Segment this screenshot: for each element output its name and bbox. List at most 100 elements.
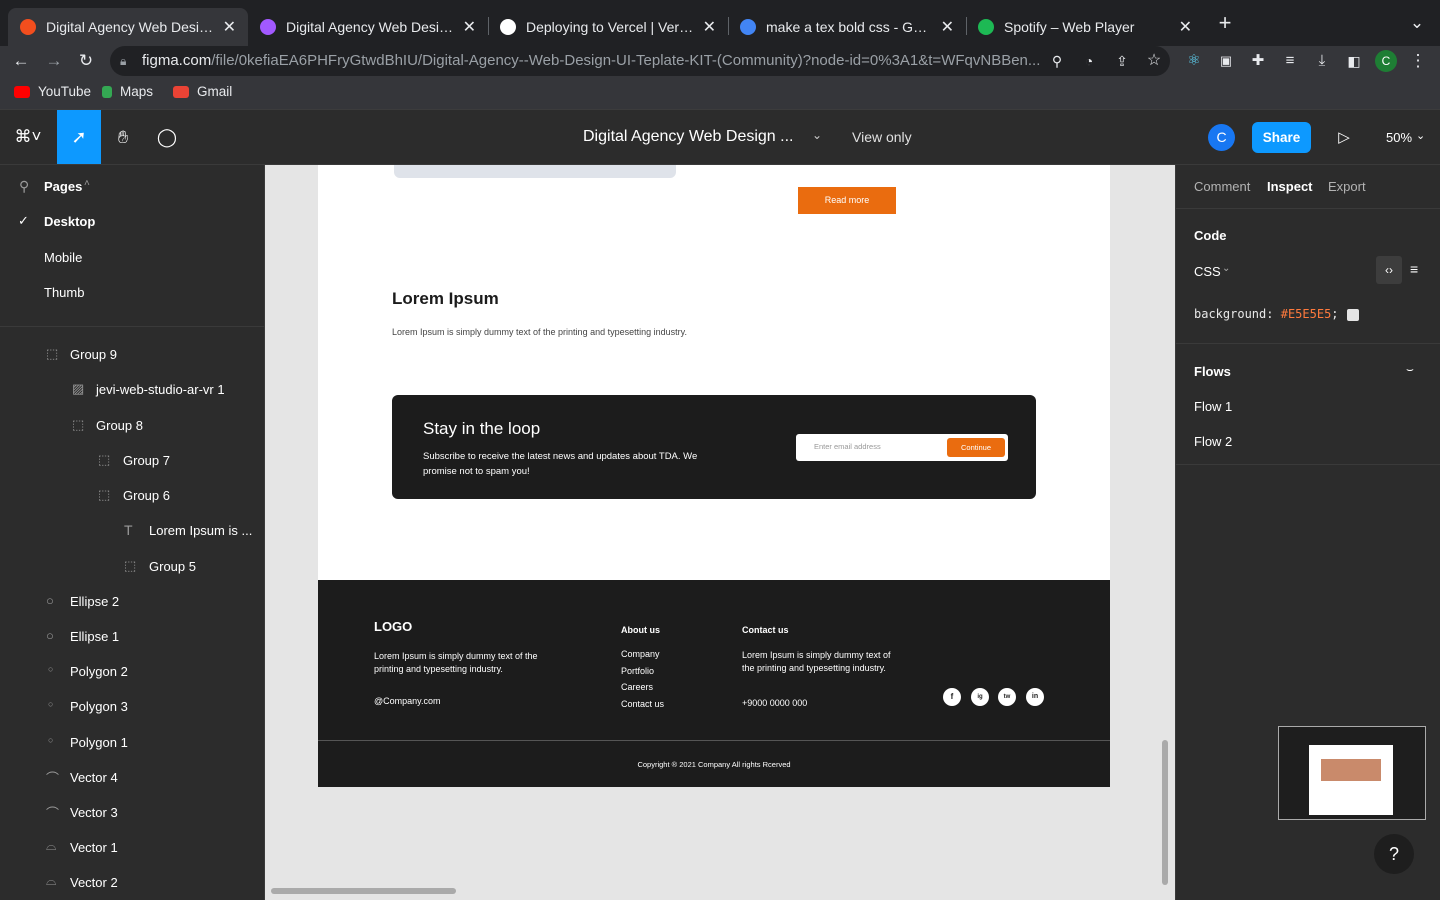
forward-icon[interactable]: → — [43, 46, 65, 76]
page-item-desktop[interactable]: Desktop — [44, 214, 95, 229]
flow-item[interactable]: Flow 2 — [1194, 434, 1232, 449]
share-button[interactable]: Share — [1252, 122, 1311, 153]
bookmark-star-icon[interactable]: ☆ — [1143, 46, 1165, 76]
layer-item[interactable]: Vector 3 — [70, 805, 118, 820]
zoom-chevron-icon[interactable]: ⌄ — [1416, 129, 1425, 142]
layer-item[interactable]: jevi-web-studio-ar-vr 1 — [96, 382, 225, 397]
share-page-icon[interactable]: ⇪ — [1111, 46, 1133, 76]
collapse-chevron-icon[interactable]: ˄ — [84, 178, 90, 189]
side-panel-icon[interactable]: ◧ — [1343, 46, 1365, 76]
bookmark-youtube[interactable]: YouTube — [14, 84, 91, 99]
layer-item[interactable]: Polygon 2 — [70, 664, 128, 679]
desktop-frame[interactable]: Read more Lorem Ipsum Lorem Ipsum is sim… — [318, 165, 1110, 787]
present-play-icon[interactable]: ▷ — [1326, 110, 1362, 164]
browser-tab[interactable]: make a tex bold css - Google S ✕ — [728, 8, 966, 46]
figma-menu-icon[interactable]: ⌘˅ — [8, 110, 48, 164]
layer-item[interactable]: Group 6 — [123, 488, 170, 503]
browser-tab[interactable]: Digital Agency Web Design UI T ✕ — [248, 8, 488, 46]
zoom-icon[interactable]: ⚲ — [1046, 46, 1068, 76]
footer-divider — [318, 740, 1110, 741]
layer-item[interactable]: Vector 4 — [70, 770, 118, 785]
design-canvas[interactable]: Read more Lorem Ipsum Lorem Ipsum is sim… — [265, 165, 1175, 900]
polygon-icon: ○ — [48, 735, 54, 745]
performance-icon[interactable]: ◔ — [1078, 46, 1100, 76]
vertical-scrollbar[interactable] — [1162, 740, 1168, 885]
tab-search-chevron-icon[interactable]: ⌄ — [1406, 8, 1428, 38]
language-chevron-icon[interactable]: ⌄ — [1222, 263, 1230, 274]
footer-link[interactable]: Portfolio — [621, 665, 654, 678]
linkedin-icon[interactable]: in — [1026, 688, 1044, 706]
layer-item[interactable]: Group 9 — [70, 347, 117, 362]
move-tool-icon[interactable]: ➚ — [57, 110, 101, 164]
browser-menu-icon[interactable]: ⋮ — [1407, 46, 1429, 76]
help-button[interactable]: ? — [1374, 834, 1414, 874]
hand-tool-icon[interactable]: ✋︎ — [102, 110, 144, 164]
translate-icon[interactable]: ▣ — [1215, 46, 1237, 76]
footer-link[interactable]: Company — [621, 648, 660, 661]
layer-item[interactable]: Polygon 3 — [70, 699, 128, 714]
bookmark-maps[interactable]: Maps — [102, 84, 153, 99]
bookmark-gmail[interactable]: Gmail — [173, 84, 232, 99]
tab-comment[interactable]: Comment — [1194, 179, 1250, 194]
profile-avatar[interactable]: C — [1375, 50, 1397, 72]
page-item-thumb[interactable]: Thumb — [44, 285, 84, 300]
close-tab-icon[interactable]: ✕ — [223, 17, 236, 37]
facebook-icon[interactable]: f — [943, 688, 961, 706]
polygon-icon: ○ — [48, 664, 54, 674]
ellipse-icon: ○ — [46, 593, 54, 608]
browser-tab[interactable]: Spotify – Web Player ✕ — [966, 8, 1204, 46]
page-item-mobile[interactable]: Mobile — [44, 250, 82, 265]
code-section-title: Code — [1194, 228, 1227, 243]
pages-header[interactable]: Pages — [44, 179, 82, 194]
new-tab-button[interactable]: + — [1214, 8, 1236, 38]
minimap-thumbnail[interactable] — [1278, 726, 1426, 820]
language-select[interactable]: CSS — [1194, 264, 1221, 279]
code-view-icon[interactable]: ‹› — [1376, 256, 1402, 284]
layer-item[interactable]: Polygon 1 — [70, 735, 128, 750]
react-devtools-icon[interactable]: ⚛ — [1183, 46, 1205, 76]
search-icon[interactable]: ⚲ — [19, 178, 29, 195]
reload-icon[interactable]: ↻ — [75, 46, 97, 76]
file-name[interactable]: Digital Agency Web Design ... — [583, 128, 793, 146]
layer-item[interactable]: Group 7 — [123, 453, 170, 468]
zoom-level[interactable]: 50% — [1386, 130, 1412, 145]
comment-tool-icon[interactable]: ◯ — [146, 110, 188, 164]
browser-tab[interactable]: Digital Agency Web Design UI T ✕ — [8, 8, 248, 46]
back-icon[interactable]: ← — [10, 46, 32, 76]
twitter-icon[interactable]: tw — [998, 688, 1016, 706]
close-tab-icon[interactable]: ✕ — [463, 17, 476, 37]
read-more-button[interactable]: Read more — [798, 187, 896, 214]
close-tab-icon[interactable]: ✕ — [1179, 17, 1192, 37]
layer-item[interactable]: Group 5 — [149, 559, 196, 574]
layer-item[interactable]: Lorem Ipsum is ... — [149, 523, 252, 538]
close-tab-icon[interactable]: ✕ — [941, 17, 954, 37]
layer-item[interactable]: Ellipse 1 — [70, 629, 119, 644]
flow-item[interactable]: Flow 1 — [1194, 399, 1232, 414]
file-menu-chevron-icon[interactable]: ⌄ — [812, 128, 822, 142]
bookmark-label: Gmail — [197, 84, 233, 99]
layer-item[interactable]: Group 8 — [96, 418, 143, 433]
instagram-icon[interactable]: ig — [971, 688, 989, 706]
footer-link[interactable]: Careers — [621, 681, 653, 694]
close-tab-icon[interactable]: ✕ — [703, 17, 716, 37]
extensions-icon[interactable]: ✚ — [1247, 46, 1269, 76]
layer-item[interactable]: Ellipse 2 — [70, 594, 119, 609]
browser-toolbar: ← → ↻ 🔒︎ figma.com/file/0kefiaEA6PHFryGt… — [0, 46, 1440, 76]
footer-link[interactable]: Contact us — [621, 698, 664, 711]
horizontal-scrollbar[interactable] — [271, 888, 456, 894]
css-semicolon: ; — [1331, 307, 1339, 321]
tab-export[interactable]: Export — [1328, 179, 1366, 194]
figma-favicon-icon — [260, 19, 276, 35]
browser-tab[interactable]: Deploying to Vercel | Vercel Do ✕ — [488, 8, 728, 46]
layer-item[interactable]: Vector 2 — [70, 875, 118, 890]
media-controls-icon[interactable]: ≡ — [1279, 46, 1301, 76]
tab-inspect[interactable]: Inspect — [1267, 179, 1313, 194]
hide-flows-icon[interactable]: ⌣ — [1406, 362, 1414, 377]
download-icon[interactable]: ⤓ — [1311, 46, 1333, 76]
continue-button[interactable]: Continue — [947, 438, 1005, 457]
layer-item[interactable]: Vector 1 — [70, 840, 118, 855]
user-avatar[interactable]: C — [1208, 124, 1235, 151]
address-bar[interactable]: 🔒︎ figma.com/file/0kefiaEA6PHFryGtwdBhIU… — [110, 46, 1170, 76]
list-view-icon[interactable]: ≡ — [1410, 261, 1418, 277]
email-field[interactable]: Enter email address Continue — [796, 434, 1008, 461]
